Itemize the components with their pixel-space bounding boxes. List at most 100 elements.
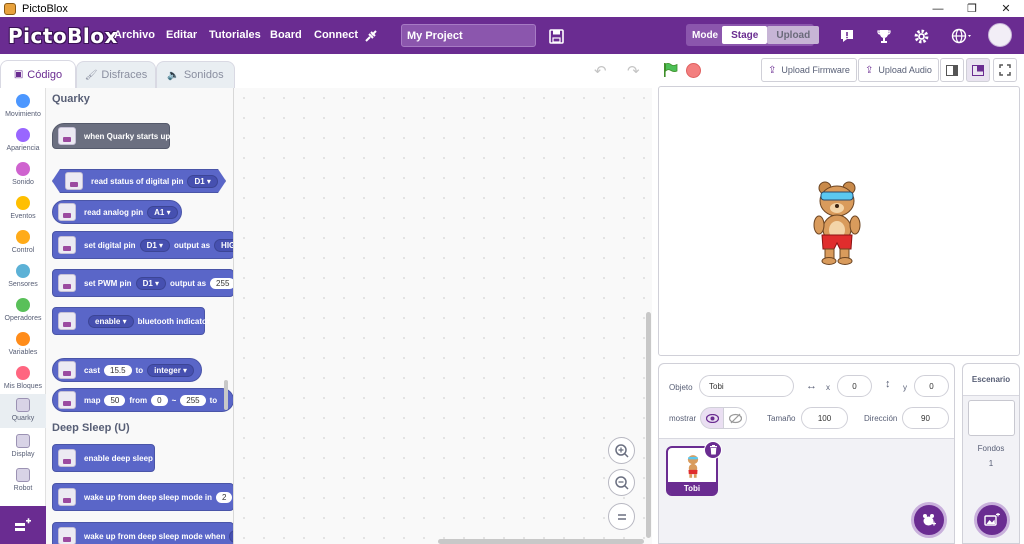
pin-dropdown[interactable]: A1 xyxy=(147,205,178,219)
minimize-button[interactable]: — xyxy=(921,0,955,17)
zoom-in-icon xyxy=(614,443,629,458)
save-icon[interactable] xyxy=(545,25,567,47)
pin-dropdown[interactable]: D1 xyxy=(187,175,217,188)
zoom-in-button[interactable] xyxy=(608,437,635,464)
upload-firmware-label: Upload Firmware xyxy=(781,65,850,75)
enable-dropdown[interactable]: enable xyxy=(88,314,134,328)
block-cast[interactable]: cast 15.5 to integer xyxy=(52,358,202,382)
project-name-input[interactable]: My Project xyxy=(401,24,536,47)
gear-icon[interactable] xyxy=(910,25,932,47)
block-read-analog-pin[interactable]: read analog pin A1 xyxy=(52,200,182,224)
green-flag-icon[interactable] xyxy=(662,62,678,78)
add-sprite-button[interactable] xyxy=(911,502,947,538)
block-enable-deep-sleep[interactable]: enable deep sleep xyxy=(52,444,155,472)
zoom-out-button[interactable] xyxy=(608,469,635,496)
workspace-vertical-scrollbar[interactable] xyxy=(646,312,651,538)
map-from-high-input[interactable]: 255 xyxy=(180,394,206,406)
block-set-digital-pin[interactable]: set digital pin D1 output as HIGH xyxy=(52,231,233,259)
sprite-thumbnail-name: Tobi xyxy=(668,482,716,494)
block-set-pwm-pin[interactable]: set PWM pin D1 output as 255 xyxy=(52,269,233,297)
menu-tutoriales[interactable]: Tutoriales xyxy=(209,29,261,41)
undo-icon[interactable]: ↶ xyxy=(594,62,607,80)
category-mis-bloques[interactable]: Mis Bloques xyxy=(0,362,46,396)
category-color-dot xyxy=(16,332,30,346)
level-dropdown[interactable]: HIGH xyxy=(214,238,233,252)
add-backdrop-button[interactable] xyxy=(974,502,1010,538)
wake-seconds-input[interactable]: 2 xyxy=(216,491,233,503)
palette-scrollbar[interactable] xyxy=(224,380,228,410)
pictoblox-logo[interactable]: PictoBlox xyxy=(8,24,118,48)
menu-archivo[interactable]: Archivo xyxy=(114,29,155,41)
window-title: PictoBlox xyxy=(22,2,68,15)
category-operadores[interactable]: Operadores xyxy=(0,294,46,328)
direction-input[interactable]: 90 xyxy=(902,407,949,429)
category-label: Quarky xyxy=(11,415,35,422)
block-when-quarky-starts[interactable]: when Quarky starts up xyxy=(52,123,170,149)
category-control[interactable]: Control xyxy=(0,226,46,260)
block-bluetooth-indicator[interactable]: enable bluetooth indicator xyxy=(52,307,210,335)
fullscreen-button[interactable] xyxy=(993,58,1017,82)
upload-firmware-button[interactable]: ⇪ Upload Firmware xyxy=(761,58,857,82)
mode-upload-button[interactable]: Upload xyxy=(767,26,820,44)
block-wake-up-mode[interactable]: wake up from deep sleep mode in 2 xyxy=(52,483,233,511)
type-dropdown[interactable]: integer xyxy=(147,363,195,377)
category-display[interactable]: Display xyxy=(0,430,46,464)
trophy-icon[interactable] xyxy=(873,25,895,47)
menu-board[interactable]: Board xyxy=(270,29,302,41)
x-input[interactable]: 0 xyxy=(837,375,872,397)
small-stage-button[interactable] xyxy=(940,58,964,82)
category-quarky[interactable]: Quarky xyxy=(0,394,46,428)
y-input[interactable]: 0 xyxy=(914,375,949,397)
category-sensores[interactable]: Sensores xyxy=(0,260,46,294)
tab-codigo[interactable]: ▣ Código xyxy=(0,60,76,88)
block-read-digital-pin[interactable]: read status of digital pin D1 xyxy=(52,169,226,193)
map-from-low-input[interactable]: 0 xyxy=(151,394,168,406)
category-movimiento[interactable]: Movimiento xyxy=(0,90,46,124)
sprite-name-input[interactable]: Tobi xyxy=(699,375,794,397)
redo-icon[interactable]: ↷ xyxy=(627,62,640,80)
close-button[interactable]: ✕ xyxy=(989,0,1023,17)
category-sonido[interactable]: Sonido xyxy=(0,158,46,192)
pin-dropdown[interactable]: D1 xyxy=(135,276,167,290)
restore-button[interactable]: ❐ xyxy=(955,0,989,17)
category-eventos[interactable]: Eventos xyxy=(0,192,46,226)
mode-stage-button[interactable]: Stage xyxy=(722,26,768,44)
tobi-bear-sprite[interactable] xyxy=(808,179,866,265)
tab-sonidos[interactable]: 🔈 Sonidos xyxy=(156,61,235,88)
block-map[interactable]: map 50 from 0 ~ 255 to xyxy=(52,388,233,412)
script-workspace[interactable] xyxy=(234,88,652,544)
normal-stage-button[interactable] xyxy=(966,58,990,82)
add-extension-button[interactable] xyxy=(0,506,46,544)
category-apariencia[interactable]: Apariencia xyxy=(0,124,46,158)
delete-sprite-button[interactable] xyxy=(704,441,722,459)
connection-plug-icon[interactable] xyxy=(360,25,382,47)
block-label: enable deep sleep xyxy=(84,453,153,463)
hide-sprite-button[interactable] xyxy=(723,407,747,429)
category-variables[interactable]: Variables xyxy=(0,328,46,362)
add-extension-icon xyxy=(15,518,31,531)
zoom-reset-button[interactable] xyxy=(608,503,635,530)
size-input[interactable]: 100 xyxy=(801,407,848,429)
language-globe-icon[interactable] xyxy=(948,25,976,47)
stage-thumbnail[interactable] xyxy=(968,400,1015,436)
cast-value-input[interactable]: 15.5 xyxy=(104,364,132,376)
block-label: output as xyxy=(174,240,211,250)
category-robot[interactable]: Robot xyxy=(0,464,46,498)
app-icon xyxy=(4,2,16,15)
stage-canvas[interactable] xyxy=(658,86,1020,356)
block-wake-up-when[interactable]: wake up from deep sleep mode when A xyxy=(52,522,233,544)
menu-connect[interactable]: Connect xyxy=(314,29,358,41)
stop-icon[interactable] xyxy=(686,63,701,78)
feedback-icon[interactable] xyxy=(836,25,858,47)
tab-disfraces[interactable]: 🖌 Disfraces xyxy=(76,61,156,88)
upload-audio-button[interactable]: ⇪ Upload Audio xyxy=(858,58,939,82)
pwm-value-input[interactable]: 255 xyxy=(210,277,233,289)
pin-dropdown[interactable]: D1 xyxy=(139,238,171,252)
menu-editar[interactable]: Editar xyxy=(166,29,197,41)
show-sprite-button[interactable] xyxy=(700,407,724,429)
user-avatar[interactable] xyxy=(988,23,1012,47)
category-icon xyxy=(16,434,30,448)
workspace-horizontal-scrollbar[interactable] xyxy=(438,539,644,544)
map-value-input[interactable]: 50 xyxy=(104,394,126,406)
category-label: Variables xyxy=(8,349,38,356)
